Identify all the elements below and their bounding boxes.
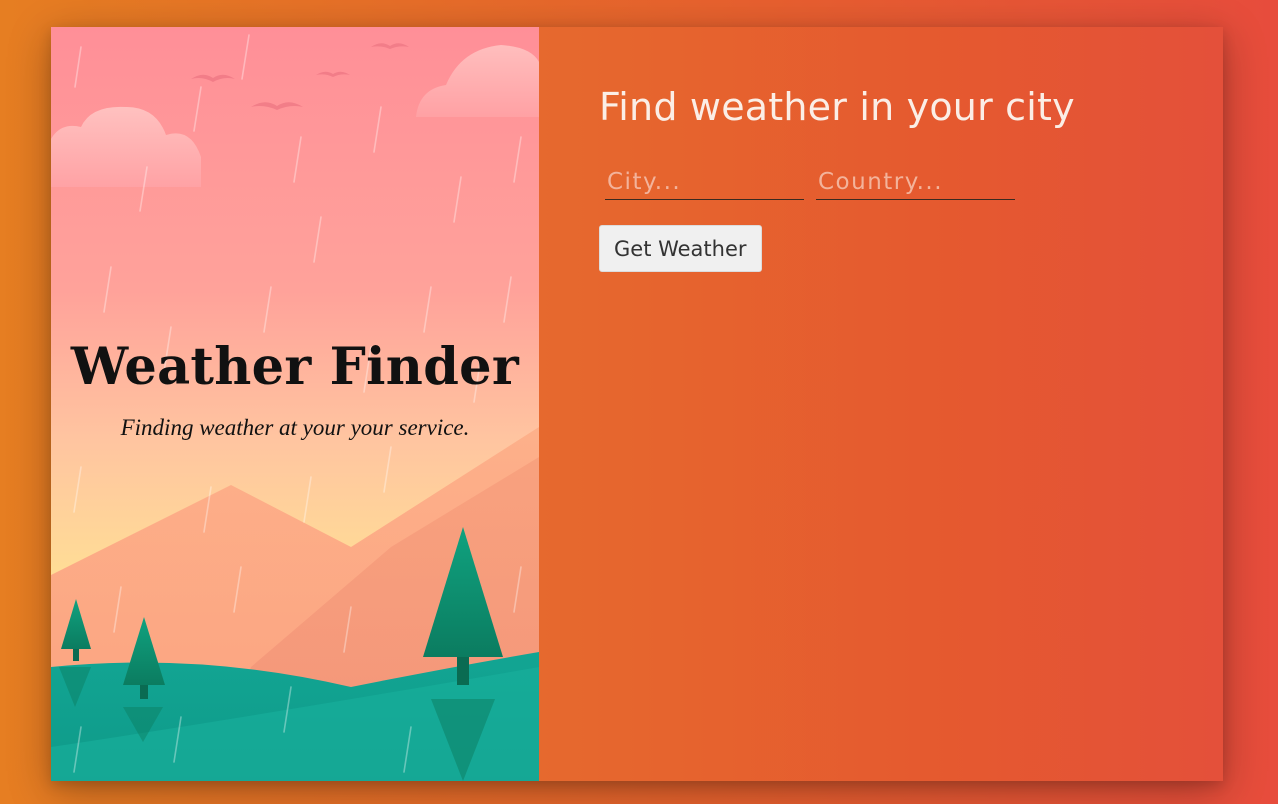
input-row [605, 165, 1015, 200]
weather-form-panel: Find weather in your city Get Weather [539, 27, 1223, 781]
get-weather-button[interactable]: Get Weather [599, 225, 762, 272]
hero-title-block: Weather Finder Finding weather at your y… [51, 335, 539, 441]
app-title: Weather Finder [70, 337, 520, 397]
hero-illustration: Weather Finder Finding weather at your y… [51, 27, 539, 781]
form-heading: Find weather in your city [599, 85, 1075, 129]
country-input[interactable] [816, 165, 1015, 200]
app-card: Weather Finder Finding weather at your y… [51, 27, 1223, 781]
app-subtitle: Finding weather at your your service. [120, 415, 470, 440]
city-input[interactable] [605, 165, 804, 200]
